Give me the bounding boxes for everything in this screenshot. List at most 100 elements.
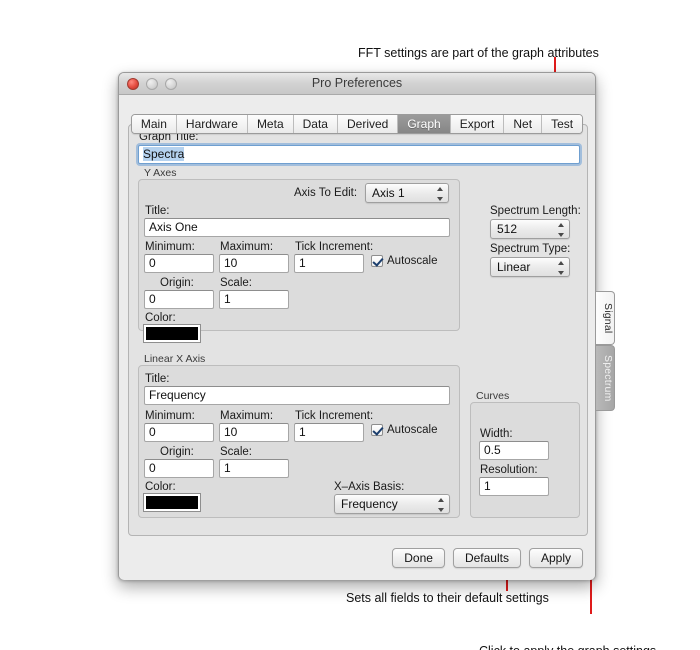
spectrum-type-label: Spectrum Type: <box>490 243 571 255</box>
y-autoscale-checkbox[interactable]: Autoscale <box>371 255 438 267</box>
x-axis-basis-value: Frequency <box>341 497 398 511</box>
screenshot-root: FFT settings are part of the graph attri… <box>0 0 700 650</box>
y-maximum-input[interactable]: 10 <box>219 254 289 273</box>
y-scale-label: Scale: <box>220 277 252 289</box>
dialog-footer: Done Defaults Apply <box>392 548 583 568</box>
x-title-label: Title: <box>145 373 170 385</box>
x-minimum-input[interactable]: 0 <box>144 423 214 442</box>
tab-export[interactable]: Export <box>450 115 505 133</box>
curves-group <box>470 402 580 518</box>
tab-test[interactable]: Test <box>542 115 583 133</box>
x-title-value: Frequency <box>149 388 206 402</box>
y-origin-label: Origin: <box>160 277 194 289</box>
window-body: Main Hardware Meta Data Derived Graph Ex… <box>119 95 615 580</box>
side-tab-bar: Signal Spectrum <box>596 291 615 411</box>
x-color-swatch[interactable] <box>143 493 201 512</box>
tab-hardware[interactable]: Hardware <box>176 115 248 133</box>
preferences-window: Pro Preferences Main Hardware Meta Data … <box>118 72 615 580</box>
annotation-apply-text: Click to apply the graph settings <box>479 644 656 650</box>
tab-graph[interactable]: Graph <box>398 115 451 133</box>
y-tick-increment-value: 1 <box>299 256 306 270</box>
side-tab-spectrum[interactable]: Spectrum <box>596 345 615 411</box>
graph-title-input[interactable]: Spectra <box>138 145 580 164</box>
spectrum-type-select[interactable]: Linear <box>490 257 570 277</box>
curves-width-value: 0.5 <box>484 443 501 457</box>
x-color-label: Color: <box>145 481 176 493</box>
x-title-input[interactable]: Frequency <box>144 386 450 405</box>
x-tick-increment-input[interactable]: 1 <box>294 423 364 442</box>
x-minimum-value: 0 <box>149 425 156 439</box>
curves-resolution-input[interactable]: 1 <box>479 477 549 496</box>
spectrum-length-label: Spectrum Length: <box>490 205 581 217</box>
x-scale-value: 1 <box>224 461 231 475</box>
side-tab-signal[interactable]: Signal <box>596 291 615 345</box>
x-maximum-label: Maximum: <box>220 410 274 422</box>
y-tick-increment-input[interactable]: 1 <box>294 254 364 273</box>
annotation-top-text: FFT settings are part of the graph attri… <box>358 46 599 60</box>
tab-meta[interactable]: Meta <box>247 115 294 133</box>
y-title-input[interactable]: Axis One <box>144 218 450 237</box>
y-minimum-value: 0 <box>149 256 156 270</box>
window-title: Pro Preferences <box>311 76 403 90</box>
y-origin-input[interactable]: 0 <box>144 290 214 309</box>
defaults-button[interactable]: Defaults <box>452 548 521 568</box>
y-origin-value: 0 <box>149 292 156 306</box>
done-button[interactable]: Done <box>392 548 445 568</box>
tab-net[interactable]: Net <box>504 115 543 133</box>
x-tick-increment-label: Tick Increment: <box>295 410 374 422</box>
x-autoscale-checkbox[interactable]: Autoscale <box>371 424 438 436</box>
y-title-value: Axis One <box>149 220 198 234</box>
apply-button[interactable]: Apply <box>528 548 583 568</box>
y-minimum-input[interactable]: 0 <box>144 254 214 273</box>
axis-to-edit-label: Axis To Edit: <box>294 187 358 199</box>
x-maximum-input[interactable]: 10 <box>219 423 289 442</box>
tab-derived[interactable]: Derived <box>337 115 399 133</box>
x-origin-value: 0 <box>149 461 156 475</box>
tab-main[interactable]: Main <box>131 115 177 133</box>
x-axis-group-label: Linear X Axis <box>144 353 206 365</box>
spectrum-type-value: Linear <box>497 260 531 274</box>
y-color-swatch[interactable] <box>143 324 201 343</box>
curves-resolution-label: Resolution: <box>480 464 538 476</box>
x-tick-increment-value: 1 <box>299 425 306 439</box>
axis-to-edit-value: Axis 1 <box>372 186 405 200</box>
y-maximum-value: 10 <box>224 256 238 270</box>
annotation-defaults-text: Sets all fields to their default setting… <box>346 591 549 605</box>
x-axis-basis-label: X–Axis Basis: <box>334 481 405 493</box>
chevron-updown-icon <box>437 498 444 512</box>
graph-settings-panel: Graph Title: Spectra Y Axes Axis To Edit… <box>128 124 588 536</box>
window-titlebar: Pro Preferences <box>119 73 595 95</box>
checkmark-icon <box>371 424 383 436</box>
curves-group-label: Curves <box>476 390 510 402</box>
x-autoscale-label: Autoscale <box>387 424 438 436</box>
y-maximum-label: Maximum: <box>220 241 274 253</box>
y-tick-increment-label: Tick Increment: <box>295 241 374 253</box>
x-origin-input[interactable]: 0 <box>144 459 214 478</box>
x-scale-label: Scale: <box>220 446 252 458</box>
graph-title-value: Spectra <box>143 147 185 161</box>
x-origin-label: Origin: <box>160 446 194 458</box>
tab-bar: Main Hardware Meta Data Derived Graph Ex… <box>119 114 595 134</box>
x-axis-basis-select[interactable]: Frequency <box>334 494 450 514</box>
x-scale-input[interactable]: 1 <box>219 459 289 478</box>
y-minimum-label: Minimum: <box>145 241 195 253</box>
x-minimum-label: Minimum: <box>145 410 195 422</box>
curves-width-label: Width: <box>480 428 513 440</box>
y-autoscale-label: Autoscale <box>387 255 438 267</box>
y-title-label: Title: <box>145 205 170 217</box>
chevron-updown-icon <box>557 223 564 237</box>
chevron-updown-icon <box>436 187 443 201</box>
spectrum-length-select[interactable]: 512 <box>490 219 570 239</box>
y-scale-value: 1 <box>224 292 231 306</box>
axis-to-edit-select[interactable]: Axis 1 <box>365 183 449 203</box>
x-maximum-value: 10 <box>224 425 238 439</box>
curves-width-input[interactable]: 0.5 <box>479 441 549 460</box>
y-color-label: Color: <box>145 312 176 324</box>
tab-data[interactable]: Data <box>293 115 338 133</box>
spectrum-length-value: 512 <box>497 222 518 236</box>
y-scale-input[interactable]: 1 <box>219 290 289 309</box>
chevron-updown-icon <box>557 261 564 275</box>
checkmark-icon <box>371 255 383 267</box>
curves-resolution-value: 1 <box>484 479 491 493</box>
y-axes-group-label: Y Axes <box>144 167 177 179</box>
